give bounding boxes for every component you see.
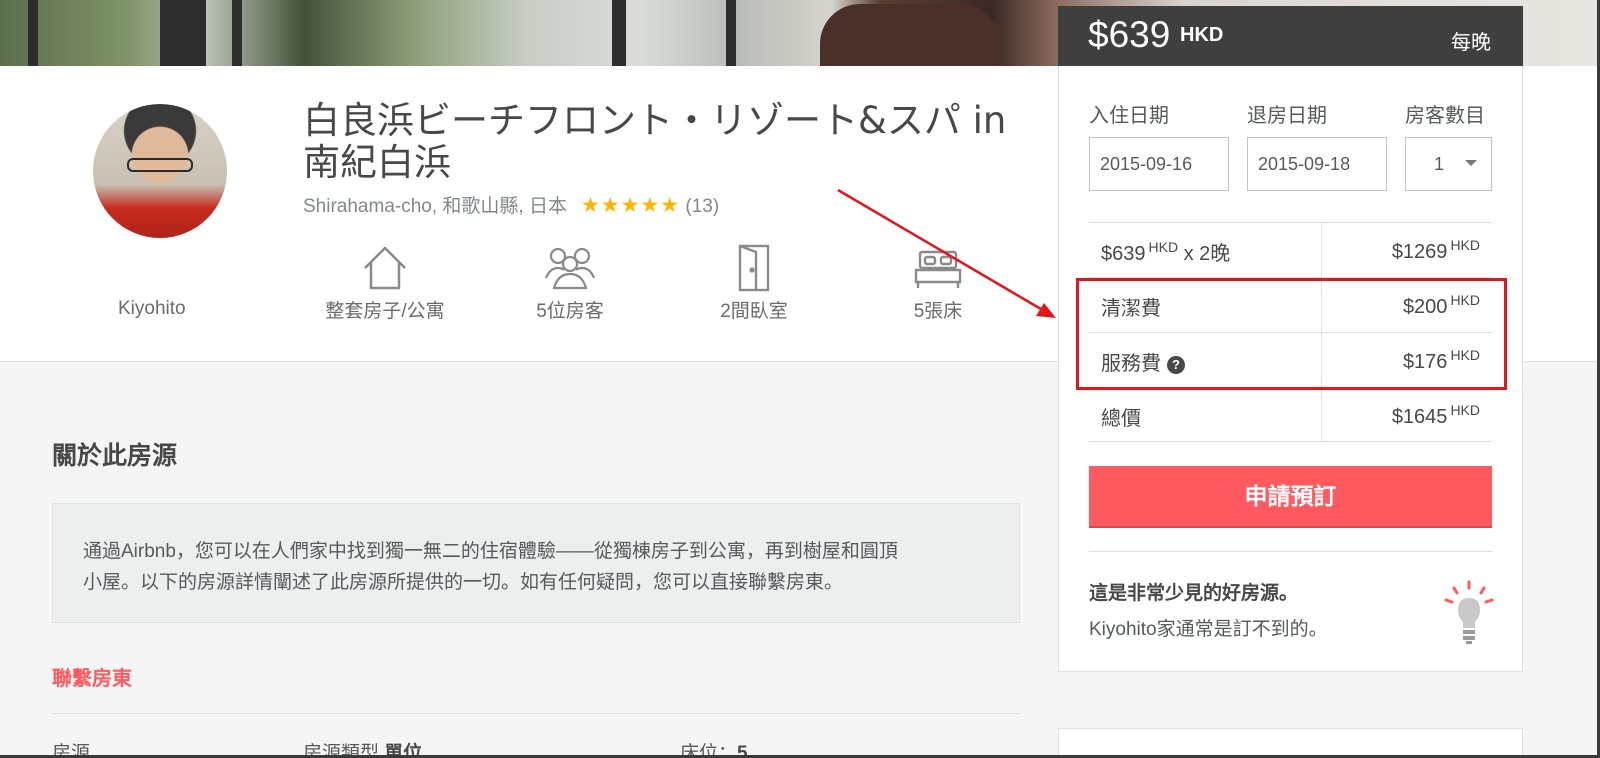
total-value: $1645 HKD bbox=[1391, 402, 1480, 428]
checkout-date-input[interactable]: 2015-09-18 bbox=[1247, 137, 1387, 191]
spec-room-type-label: 房源類型 bbox=[303, 743, 380, 758]
request-to-book-button[interactable]: 申請預訂 bbox=[1089, 466, 1492, 528]
listing-location: Shirahama-cho, 和歌山縣, 日本 ★★★★★ (13) bbox=[303, 191, 719, 218]
per-night-label[interactable]: 每晚 bbox=[1451, 26, 1491, 55]
divider bbox=[1089, 551, 1492, 552]
spec-beds: 床位：5 bbox=[680, 738, 748, 758]
guests-select-value: 1 bbox=[1434, 154, 1445, 174]
nightly-price-bar: $639 HKD 每晚 bbox=[1058, 6, 1523, 66]
spec-room-type: 房源類型 單位 bbox=[303, 738, 423, 758]
nightly-calc-value: $1269 HKD bbox=[1391, 237, 1480, 263]
price-currency: HKD bbox=[1180, 24, 1224, 46]
table-row: 總價 $1645 HKD bbox=[1089, 387, 1492, 442]
amenity-beds: 5張床 bbox=[858, 244, 1018, 323]
rare-find-subtitle: Kiyohito家通常是訂不到的。 bbox=[1089, 619, 1328, 640]
total-label: 總價 bbox=[1101, 408, 1141, 430]
bed-icon bbox=[914, 250, 962, 288]
location-text[interactable]: Shirahama-cho, 和歌山縣, 日本 bbox=[303, 196, 567, 217]
review-count[interactable]: (13) bbox=[685, 196, 719, 217]
spec-section-label: 房源 bbox=[52, 743, 91, 758]
description-line: 通過Airbnb，您可以在人們家中找到獨一無二的住宿體驗——從獨棟房子到公寓，再… bbox=[83, 541, 898, 562]
divider bbox=[52, 713, 1020, 714]
guests-icon bbox=[544, 247, 596, 290]
listing-title: 白良浜ビーチフロント・リゾート&スパ in 南紀白浜 bbox=[303, 99, 1007, 184]
annotation-highlight-box bbox=[1076, 278, 1507, 390]
house-icon bbox=[364, 246, 406, 290]
contact-host-link[interactable]: 聯繫房東 bbox=[52, 662, 132, 691]
lightbulb-icon bbox=[1444, 580, 1494, 644]
checkin-label: 入住日期 bbox=[1089, 105, 1169, 127]
checkin-date-input[interactable]: 2015-09-16 bbox=[1089, 137, 1229, 191]
spec-room-type-value: 單位 bbox=[384, 743, 423, 758]
guests-select[interactable]: 1 bbox=[1405, 137, 1492, 191]
amenity-label: 整套房子/公寓 bbox=[325, 301, 445, 322]
amenity-bedrooms: 2間臥室 bbox=[674, 244, 834, 323]
about-title: 關於此房源 bbox=[52, 442, 178, 470]
host-avatar[interactable] bbox=[93, 104, 227, 238]
amenity-room-type: 整套房子/公寓 bbox=[305, 244, 465, 323]
secondary-panel bbox=[1058, 728, 1523, 755]
amenity-label: 5張床 bbox=[913, 301, 963, 322]
spec-beds-value: 5 bbox=[737, 743, 748, 758]
amenity-label: 5位房客 bbox=[536, 301, 604, 322]
nightly-calc-label: $639 HKD x 2晚 bbox=[1101, 239, 1231, 265]
door-icon bbox=[738, 244, 770, 292]
checkout-label: 退房日期 bbox=[1247, 105, 1327, 127]
rare-find-title: 這是非常少見的好房源。 bbox=[1089, 583, 1299, 604]
host-name[interactable]: Kiyohito bbox=[118, 298, 186, 320]
table-row: $639 HKD x 2晚 $1269 HKD bbox=[1089, 222, 1492, 277]
amenity-guests: 5位房客 bbox=[490, 244, 650, 323]
guests-label: 房客數目 bbox=[1405, 105, 1485, 127]
nightly-price: $639 bbox=[1088, 14, 1171, 55]
screenshot-frame: Kiyohito 白良浜ビーチフロント・リゾート&スパ in 南紀白浜 Shir… bbox=[0, 0, 1600, 758]
rating-stars-icon[interactable]: ★★★★★ bbox=[581, 194, 680, 217]
spec-beds-label: 床位： bbox=[680, 743, 738, 758]
description-line: 小屋。以下的房源詳情闡述了此房源所提供的一切。如有任何疑問，您可以直接聯繫房東。 bbox=[83, 572, 844, 593]
chevron-down-icon bbox=[1465, 160, 1477, 166]
about-description: 通過Airbnb，您可以在人們家中找到獨一無二的住宿體驗——從獨棟房子到公寓，再… bbox=[52, 503, 1020, 623]
amenity-label: 2間臥室 bbox=[720, 301, 788, 322]
